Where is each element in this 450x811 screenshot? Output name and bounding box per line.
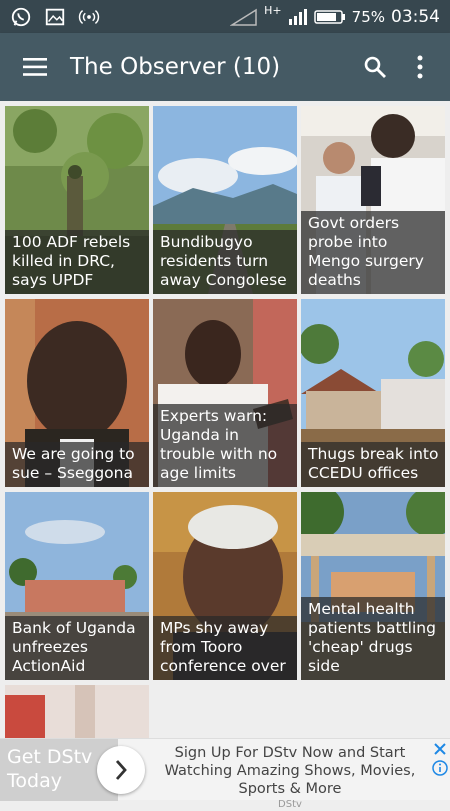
clock: 03:54	[391, 6, 440, 27]
ad-text-block: Sign Up For DStv Now and Start Watching …	[150, 744, 430, 811]
article-headline: Bank of Uganda unfreezes ActionAid	[5, 616, 149, 680]
network-type: H+	[264, 4, 282, 17]
article-grid: 100 ADF rebels killed in DRC, says UPDF …	[0, 101, 450, 738]
article-headline: Bundibugyo residents turn away Congolese	[153, 230, 297, 294]
article-image	[5, 685, 149, 738]
article-card[interactable]: Mental health patients battling 'cheap' …	[301, 492, 445, 680]
article-card[interactable]: 100 ADF rebels killed in DRC, says UPDF	[5, 106, 149, 294]
article-card[interactable]: Bundibugyo residents turn away Congolese	[153, 106, 297, 294]
signal-empty-icon	[230, 8, 257, 26]
gallery-icon	[45, 8, 65, 25]
more-vert-icon	[417, 55, 423, 79]
chevron-right-icon	[115, 760, 127, 780]
page-title: The Observer (10)	[70, 54, 281, 80]
article-headline: MPs shy away from Tooro conference over	[153, 616, 297, 680]
menu-button[interactable]	[0, 33, 70, 101]
article-card[interactable]: MPs shy away from Tooro conference over	[153, 492, 297, 680]
battery-percent: 75%	[351, 7, 385, 26]
article-headline: We are going to sue – Sseggona	[5, 442, 149, 487]
more-options-button[interactable]	[400, 47, 440, 87]
ad-message: Sign Up For DStv Now and Start Watching …	[164, 745, 416, 797]
ad-arrow-button[interactable]	[97, 746, 145, 794]
search-button[interactable]	[355, 47, 395, 87]
battery-icon	[313, 9, 345, 24]
signal-icon	[288, 8, 307, 25]
article-headline: Mental health patients battling 'cheap' …	[301, 597, 445, 680]
article-headline: 100 ADF rebels killed in DRC, says UPDF	[5, 230, 149, 294]
status-bar: H+ 75% 03:54	[0, 0, 450, 33]
menu-icon	[23, 58, 47, 76]
info-icon[interactable]	[432, 760, 448, 776]
close-icon[interactable]	[432, 741, 448, 757]
article-card[interactable]	[5, 685, 149, 738]
article-card[interactable]: Govt orders probe into Mengo surgery dea…	[301, 106, 445, 294]
article-card[interactable]: Thugs break into CCEDU offices	[301, 299, 445, 487]
article-card[interactable]: Bank of Uganda unfreezes ActionAid	[5, 492, 149, 680]
whatsapp-icon	[11, 7, 31, 26]
search-icon	[364, 56, 386, 78]
article-card[interactable]: Experts warn: Uganda in trouble with no …	[153, 299, 297, 487]
article-card[interactable]: We are going to sue – Sseggona	[5, 299, 149, 487]
article-headline: Thugs break into CCEDU offices	[301, 442, 445, 487]
article-headline: Experts warn: Uganda in trouble with no …	[153, 404, 297, 487]
article-headline: Govt orders probe into Mengo surgery dea…	[301, 211, 445, 294]
ad-banner[interactable]: Get DStv Today Sign Up For DStv Now and …	[0, 738, 450, 810]
app-bar: The Observer (10)	[0, 33, 450, 101]
hotspot-icon	[78, 9, 100, 24]
